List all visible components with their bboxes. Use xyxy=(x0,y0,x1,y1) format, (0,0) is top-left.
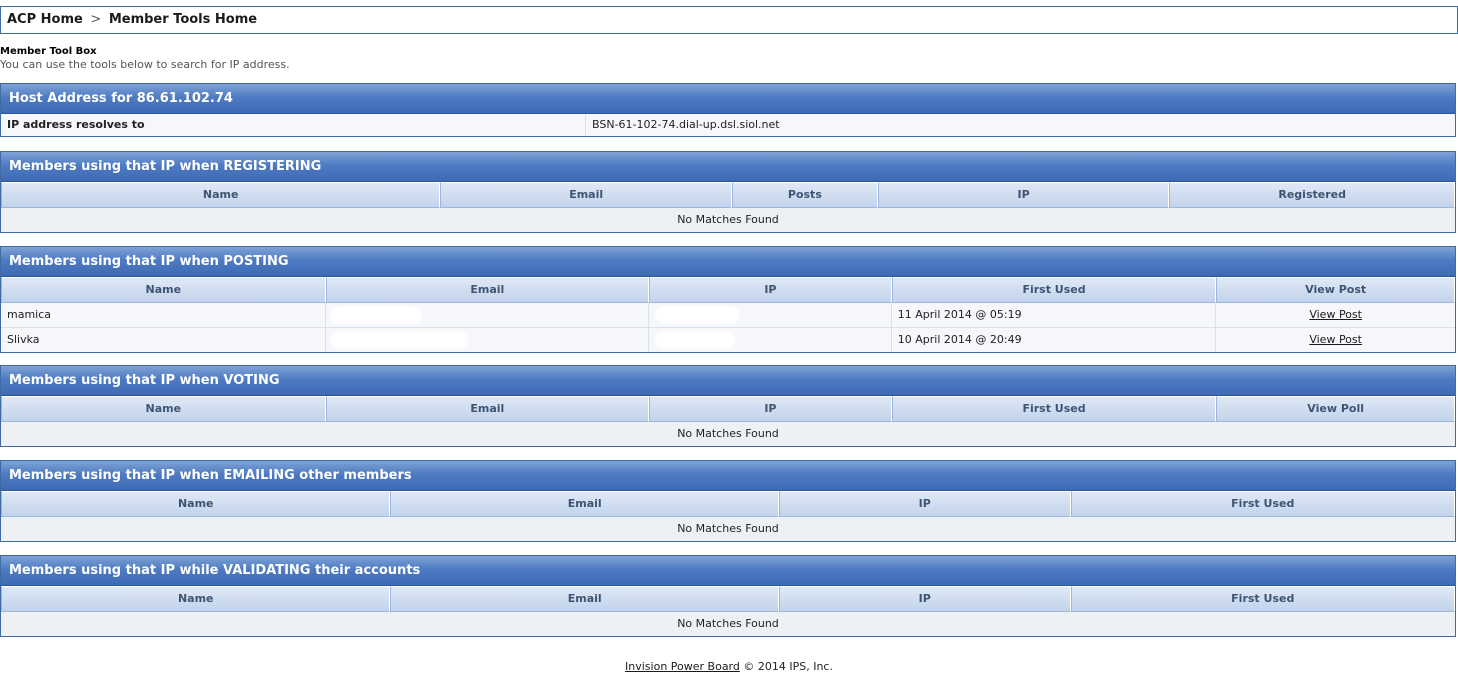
invision-power-board-link[interactable]: Invision Power Board xyxy=(625,660,740,673)
col-header-first-used[interactable]: First Used xyxy=(891,277,1217,303)
col-header-first-used[interactable]: First Used xyxy=(891,396,1217,422)
col-header-email[interactable]: Email xyxy=(390,491,779,517)
col-header-name[interactable]: Name xyxy=(1,182,441,208)
col-header-email[interactable]: Email xyxy=(325,396,650,422)
voting-title: Members using that IP when VOTING xyxy=(1,366,1455,396)
table-row: mamica 11 April 2014 @ 05:19 View Post xyxy=(1,303,1455,328)
host-resolve-label: IP address resolves to xyxy=(1,114,586,136)
member-ip-redacted xyxy=(649,303,892,327)
validating-section: Members using that IP while VALIDATING t… xyxy=(0,555,1456,637)
view-post-link[interactable]: View Post xyxy=(1309,333,1362,346)
emailing-header-row: Name Email IP First Used xyxy=(1,491,1455,517)
posting-header-row: Name Email IP First Used View Post xyxy=(1,277,1455,303)
registering-header-row: Name Email Posts IP Registered xyxy=(1,182,1455,208)
host-resolve-value: BSN-61-102-74.dial-up.dsl.siol.net xyxy=(586,114,1455,136)
col-header-email[interactable]: Email xyxy=(390,586,779,612)
view-post-link[interactable]: View Post xyxy=(1309,308,1362,321)
member-name: Slivka xyxy=(1,328,326,352)
footer-copyright: © 2014 IPS, Inc. xyxy=(743,660,833,673)
col-header-ip[interactable]: IP xyxy=(778,586,1071,612)
view-post-cell: View Post xyxy=(1216,303,1455,327)
redaction-mark xyxy=(329,306,422,324)
toolbox-intro: Member Tool Box You can use the tools be… xyxy=(0,45,290,71)
host-resolve-row: IP address resolves to BSN-61-102-74.dia… xyxy=(1,114,1455,136)
col-header-first-used[interactable]: First Used xyxy=(1070,491,1455,517)
redaction-mark xyxy=(655,331,736,349)
posting-rows: mamica 11 April 2014 @ 05:19 View Post S… xyxy=(1,303,1455,352)
registering-section: Members using that IP when REGISTERING N… xyxy=(0,151,1456,233)
emailing-section: Members using that IP when EMAILING othe… xyxy=(0,460,1456,542)
col-header-email[interactable]: Email xyxy=(325,277,650,303)
col-header-posts[interactable]: Posts xyxy=(731,182,878,208)
col-header-name[interactable]: Name xyxy=(1,277,326,303)
breadcrumb: ACP Home > Member Tools Home xyxy=(0,6,1458,34)
col-header-ip[interactable]: IP xyxy=(649,277,892,303)
view-post-cell: View Post xyxy=(1216,328,1455,352)
registering-no-matches: No Matches Found xyxy=(1,208,1455,232)
voting-no-matches: No Matches Found xyxy=(1,422,1455,446)
emailing-title: Members using that IP when EMAILING othe… xyxy=(1,461,1455,491)
voting-header-row: Name Email IP First Used View Poll xyxy=(1,396,1455,422)
breadcrumb-member-tools-home-link[interactable]: Member Tools Home xyxy=(109,12,257,27)
voting-section: Members using that IP when VOTING Name E… xyxy=(0,365,1456,447)
registering-title: Members using that IP when REGISTERING xyxy=(1,152,1455,182)
col-header-name[interactable]: Name xyxy=(1,396,326,422)
first-used: 10 April 2014 @ 20:49 xyxy=(891,328,1217,352)
validating-title: Members using that IP while VALIDATING t… xyxy=(1,556,1455,586)
toolbox-description: You can use the tools below to search fo… xyxy=(0,58,290,71)
posting-section: Members using that IP when POSTING Name … xyxy=(0,246,1456,353)
col-header-first-used[interactable]: First Used xyxy=(1070,586,1455,612)
col-header-view-poll[interactable]: View Poll xyxy=(1216,396,1455,422)
col-header-registered[interactable]: Registered xyxy=(1169,182,1455,208)
member-email-redacted xyxy=(325,303,650,327)
col-header-name[interactable]: Name xyxy=(1,586,391,612)
col-header-email[interactable]: Email xyxy=(440,182,732,208)
host-address-title: Host Address for 86.61.102.74 xyxy=(1,84,1455,114)
validating-header-row: Name Email IP First Used xyxy=(1,586,1455,612)
col-header-ip[interactable]: IP xyxy=(778,491,1071,517)
redaction-mark xyxy=(329,331,468,349)
col-header-name[interactable]: Name xyxy=(1,491,391,517)
toolbox-title: Member Tool Box xyxy=(0,46,97,57)
posting-title: Members using that IP when POSTING xyxy=(1,247,1455,277)
col-header-view-post[interactable]: View Post xyxy=(1216,277,1455,303)
table-row: Slivka 10 April 2014 @ 20:49 View Post xyxy=(1,328,1455,352)
emailing-no-matches: No Matches Found xyxy=(1,517,1455,541)
redaction-mark xyxy=(655,306,740,324)
validating-no-matches: No Matches Found xyxy=(1,612,1455,636)
breadcrumb-acp-home-link[interactable]: ACP Home xyxy=(7,12,83,27)
footer: Invision Power Board © 2014 IPS, Inc. xyxy=(0,660,1458,673)
col-header-ip[interactable]: IP xyxy=(649,396,892,422)
breadcrumb-separator: > xyxy=(90,12,102,27)
first-used: 11 April 2014 @ 05:19 xyxy=(891,303,1217,327)
col-header-ip[interactable]: IP xyxy=(877,182,1170,208)
member-email-redacted xyxy=(325,328,650,352)
member-ip-redacted xyxy=(649,328,892,352)
member-name: mamica xyxy=(1,303,326,327)
host-address-section: Host Address for 86.61.102.74 IP address… xyxy=(0,83,1456,137)
